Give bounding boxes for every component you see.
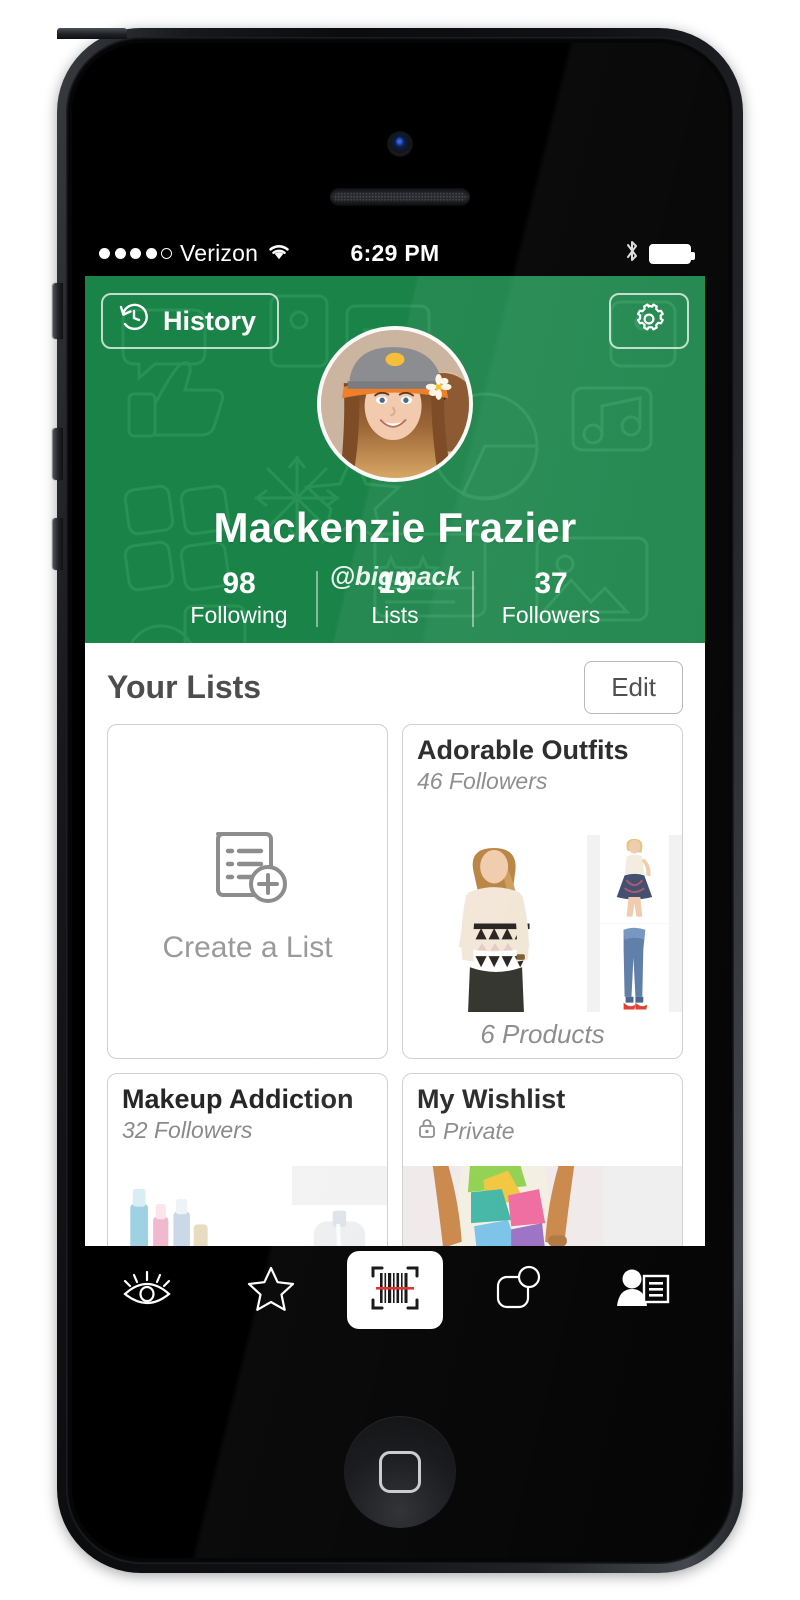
list-card-adorable-outfits[interactable]: Adorable Outfits 46 Followers 6 Products [402,724,683,1059]
stat-followers-value: 37 [534,567,568,600]
lists-section: Your Lists Edit Create a List Adorable O… [85,643,705,1334]
list-followers: 32 Followers [122,1117,253,1144]
lock-icon [417,1117,437,1145]
carrier-label: Verizon [180,240,259,266]
list-followers: 46 Followers [417,768,548,795]
stat-divider [472,571,474,627]
history-button-label: History [163,305,257,336]
power-button[interactable] [57,28,127,39]
stat-divider [316,571,318,627]
earpiece-speaker [330,188,470,206]
tab-scan[interactable] [340,1246,450,1334]
battery-full-icon [649,243,695,264]
stat-lists-value: 19 [378,567,412,600]
tab-feed[interactable] [92,1246,202,1334]
front-camera [389,133,411,155]
list-add-icon [200,818,296,919]
product-image-2 [587,835,682,924]
product-image-3 [587,923,682,1012]
avatar[interactable] [317,326,473,482]
stat-following-label: Following [190,602,288,628]
person-list-icon [615,1264,671,1317]
mute-switch[interactable] [53,283,63,339]
stat-lists[interactable]: 19 Lists [325,567,465,629]
tab-bar [85,1246,705,1334]
stat-followers[interactable]: 37 Followers [481,567,621,629]
tab-profile[interactable] [588,1246,698,1334]
home-button-square-icon [379,1451,421,1493]
history-clock-icon [117,301,151,342]
product-collage [403,835,682,1012]
star-icon [246,1264,296,1317]
tab-tags[interactable] [464,1246,574,1334]
stat-followers-label: Followers [501,602,601,628]
edit-button[interactable]: Edit [584,661,683,714]
lists-header: Your Lists Edit [85,643,705,724]
avatar-photo [321,330,469,478]
bluetooth-icon [624,238,640,270]
signal-strength-icon [99,248,172,259]
tab-favorites[interactable] [216,1246,326,1334]
status-bar-left: Verizon [99,240,350,267]
list-product-count: 6 Products [480,1019,605,1049]
stat-following[interactable]: 98 Following [169,567,309,629]
list-privacy: Private [417,1117,668,1145]
product-image-main [403,835,588,1012]
history-button[interactable]: History [101,293,279,349]
phone-screen: Verizon 6:29 PM History Mackenzie Frazie… [85,231,705,1334]
profile-header: History Mackenzie Frazier @bigmack 98 Fo… [85,276,705,643]
list-title: Adorable Outfits [417,735,629,765]
home-button[interactable] [344,1416,456,1528]
stat-following-value: 98 [222,567,256,600]
lists-grid: Create a List Adorable Outfits 46 Follow… [85,724,705,1334]
tag-square-icon [493,1263,545,1318]
scan-button[interactable] [347,1251,443,1329]
status-bar-right [440,238,695,270]
stat-lists-label: Lists [371,602,419,628]
settings-button[interactable] [609,293,689,349]
gear-icon [631,301,667,342]
product-collage-side [587,835,682,1012]
volume-down-button[interactable] [53,518,63,570]
list-title: My Wishlist [417,1084,566,1114]
card-head: My Wishlist Private [403,1074,682,1145]
section-title: Your Lists [107,669,262,705]
create-list-label: Create a List [162,931,333,964]
barcode-scan-icon [367,1259,423,1322]
status-bar: Verizon 6:29 PM [85,231,705,276]
volume-up-button[interactable] [53,428,63,480]
card-head: Makeup Addiction 32 Followers [108,1074,387,1144]
list-privacy-label: Private [443,1117,515,1144]
card-head: Adorable Outfits 46 Followers [403,725,682,795]
clock: 6:29 PM [350,240,440,266]
profile-stats: 98 Following 19 Lists 37 Followers [85,567,705,629]
wifi-icon [266,241,292,267]
eye-icon [120,1266,174,1315]
create-list-card[interactable]: Create a List [107,724,388,1059]
list-title: Makeup Addiction [122,1084,354,1114]
page-title: Mackenzie Frazier [213,504,577,551]
